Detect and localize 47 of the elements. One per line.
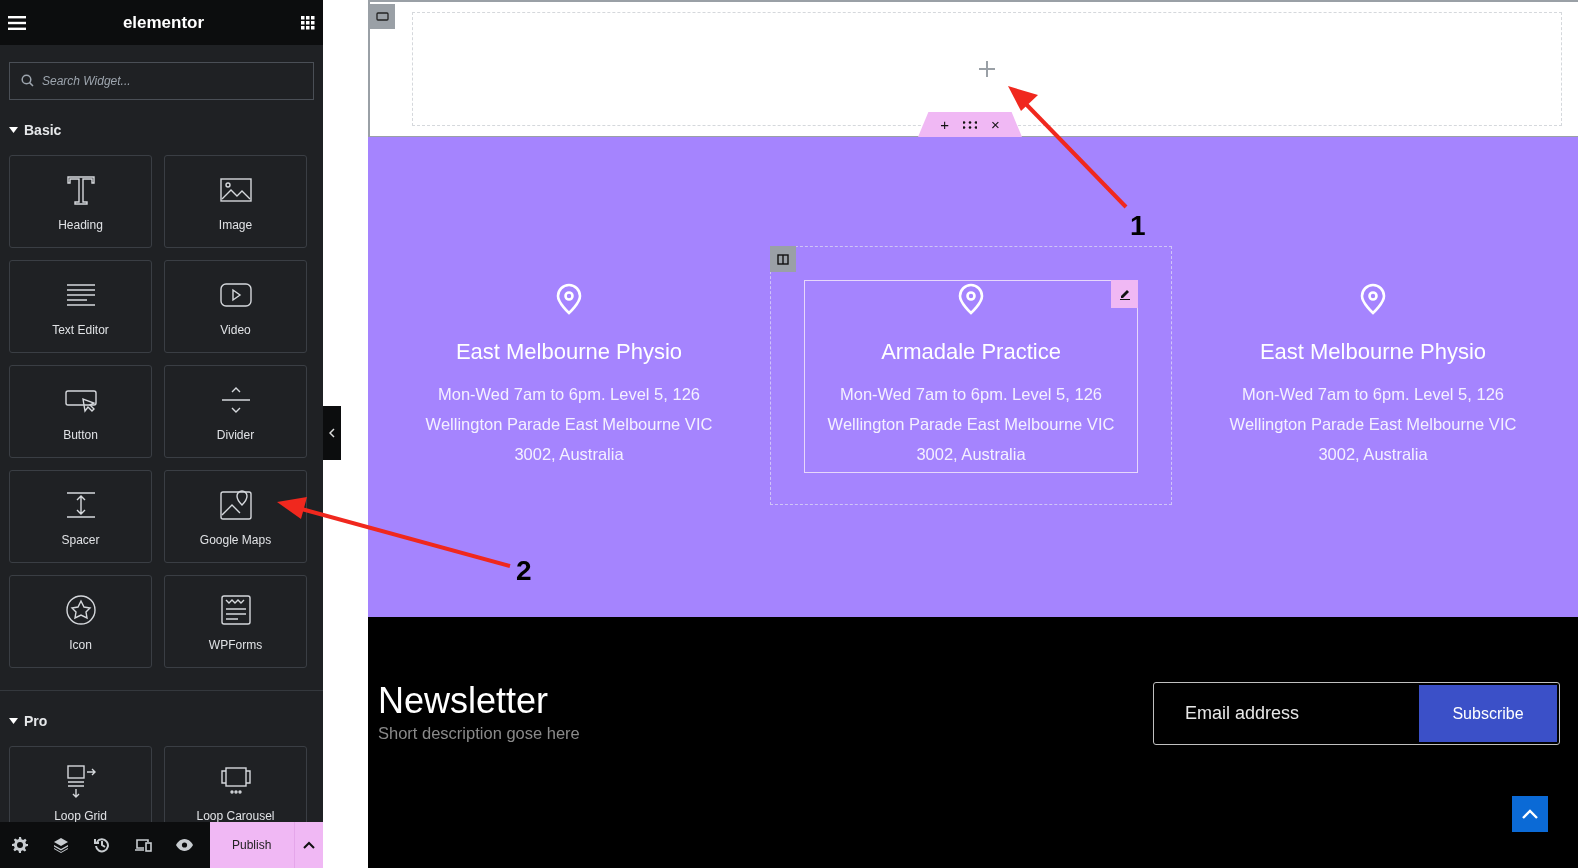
location-title: Armadale Practice <box>881 339 1061 365</box>
annotation-number: 2 <box>516 555 532 587</box>
widget-tile[interactable]: Button <box>9 365 152 458</box>
newsletter-description: Short description gose here <box>378 724 580 743</box>
collapse-handle[interactable] <box>323 406 341 460</box>
widget-tile[interactable]: Loop Grid <box>9 746 152 822</box>
location-pin-icon <box>957 283 985 315</box>
caret-icon[interactable] <box>9 718 18 724</box>
menu-icon[interactable] <box>8 15 26 30</box>
apps-grid-icon[interactable] <box>301 15 315 30</box>
publish-button[interactable]: Publish <box>209 822 294 868</box>
scroll-top-button[interactable] <box>1512 796 1548 832</box>
close-button[interactable]: × <box>991 116 1000 133</box>
add-button[interactable]: + <box>940 116 949 133</box>
location-title: East Melbourne Physio <box>455 339 683 365</box>
chevron-up-icon <box>1522 809 1538 819</box>
widget-tile[interactable]: Text Editor <box>9 260 152 353</box>
widget-tile[interactable]: Loop Carousel <box>164 746 307 822</box>
category-title[interactable]: Pro <box>24 713 48 729</box>
edit-icon[interactable] <box>1111 280 1138 308</box>
caret-icon[interactable] <box>9 127 18 133</box>
annotation-number: 1 <box>1130 210 1146 242</box>
newsletter-title: Newsletter <box>378 680 550 722</box>
widget-tile[interactable]: WPForms <box>164 575 307 668</box>
email-field[interactable]: Email address <box>1156 702 1419 725</box>
location-text: Mon-Wed 7am to 6pm. Level 5, 126 Wellington Parade East Melbourne VIC 3002, Australia <box>826 384 1116 465</box>
column-handle[interactable] <box>770 246 796 272</box>
section-handle[interactable] <box>370 4 395 29</box>
subscribe-button[interactable]: Subscribe <box>1419 685 1557 742</box>
category-title[interactable]: Basic <box>24 122 62 138</box>
location-title: East Melbourne Physio <box>1259 339 1487 365</box>
location-text: Mon-Wed 7am to 6pm. Level 5, 126 Wellington Parade East Melbourne VIC 3002, Australia <box>1228 384 1518 465</box>
widget-tile[interactable]: Image <box>164 155 307 248</box>
widget-tile[interactable]: Google Maps <box>164 470 307 563</box>
widget-tile[interactable]: Heading <box>9 155 152 248</box>
location-pin-icon <box>1359 283 1387 315</box>
add-icon[interactable] <box>979 61 995 77</box>
logo-text: elementor <box>122 12 205 33</box>
search-field[interactable]: Search Widget... <box>9 62 314 100</box>
widget-tile[interactable]: Spacer <box>9 470 152 563</box>
widget-tile[interactable]: Icon <box>9 575 152 668</box>
location-pin-icon <box>555 283 583 315</box>
drag-icon[interactable] <box>963 120 977 129</box>
search-icon <box>21 74 34 87</box>
location-text: Mon-Wed 7am to 6pm. Level 5, 126 Wellington Parade East Melbourne VIC 3002, Australia <box>424 384 714 465</box>
widget-tile[interactable]: Video <box>164 260 307 353</box>
widget-tile[interactable]: Divider <box>164 365 307 458</box>
